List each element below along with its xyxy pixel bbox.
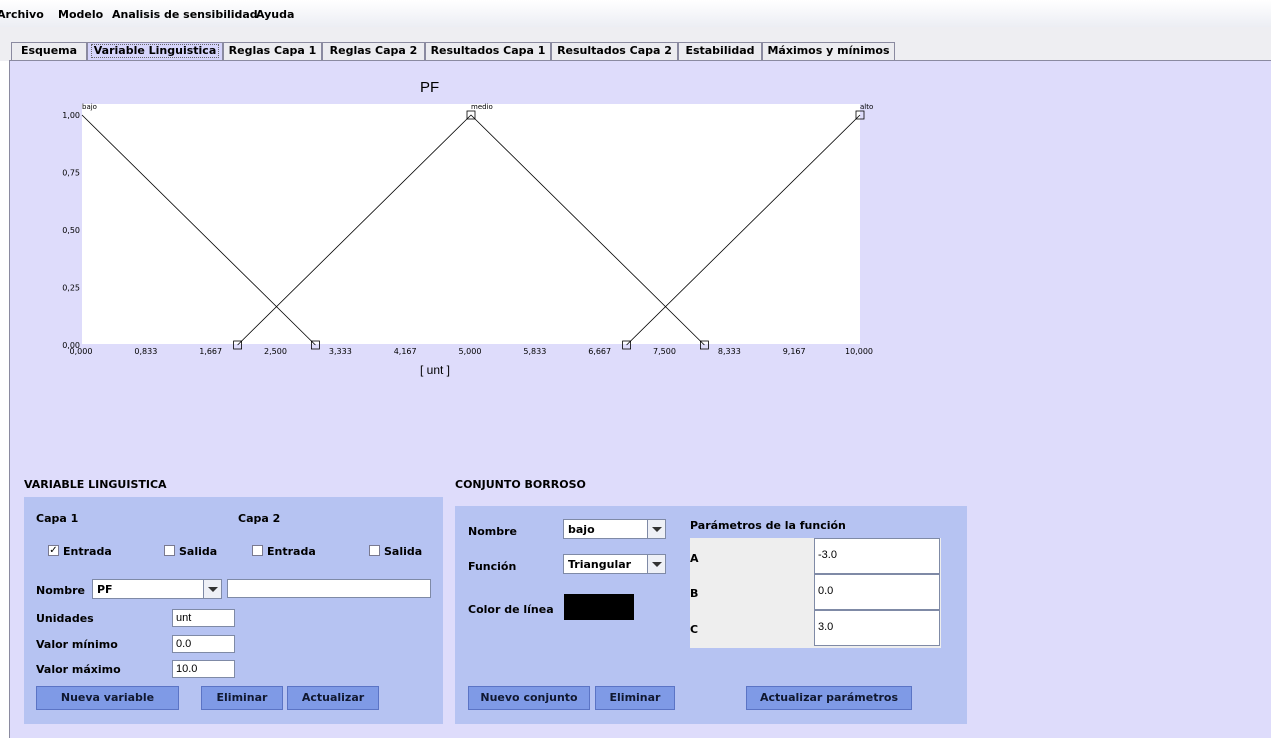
series-label: bajo [82,103,97,111]
y-tick-label: 0,75 [62,169,80,178]
x-tick-label: 1,667 [199,347,222,356]
capa1-salida-label: Salida [179,545,218,558]
plot-area [82,104,860,344]
chevron-down-icon[interactable] [647,520,665,538]
nuevo-conjunto-button[interactable]: Nuevo conjunto [468,686,590,710]
funcion-select[interactable]: Triangular [563,554,666,574]
conjunto-nombre-label: Nombre [468,525,517,538]
funcion-label: Función [468,560,517,573]
nueva-variable-button[interactable]: Nueva variable [36,686,179,710]
param-b-label: B [690,587,699,600]
param-c-input[interactable]: 3.0 [814,610,940,646]
capa2-label: Capa 2 [238,512,281,525]
color-linea-label: Color de línea [468,603,554,616]
unidades-input[interactable]: unt [172,609,235,627]
x-tick-label: 2,500 [264,347,287,356]
chevron-down-icon[interactable] [203,580,221,598]
series-label: medio [471,103,493,111]
x-tick-label: 9,167 [783,347,806,356]
capa2-entrada-label: Entrada [267,545,316,558]
variable-nombre-text[interactable] [227,579,431,598]
x-tick-label: 4,167 [394,347,417,356]
x-axis-label: [ unt ] [420,363,451,377]
x-tick-label: 8,333 [718,347,741,356]
capa1-label: Capa 1 [36,512,79,525]
x-tick-label: 5,000 [459,347,482,356]
capa2-salida-label: Salida [384,545,423,558]
capa1-salida-checkbox[interactable] [164,545,175,556]
chevron-down-icon[interactable] [647,555,665,573]
series-label: alto [860,103,873,111]
param-b-input[interactable]: 0.0 [814,574,940,610]
valor-minimo-input[interactable]: 0.0 [172,635,235,653]
capa1-entrada-label: Entrada [63,545,112,558]
y-tick-label: 0,50 [62,226,80,235]
nombre-label: Nombre [36,584,85,597]
conjunto-nombre-select[interactable]: bajo [563,519,666,539]
capa2-salida-checkbox[interactable] [369,545,380,556]
x-tick-label: 10,000 [845,347,873,356]
capa2-entrada-checkbox[interactable] [252,545,263,556]
variable-nombre-select[interactable]: PF [92,579,222,599]
valor-maximo-label: Valor máximo [36,663,121,676]
param-c-label: C [690,623,699,636]
eliminar-variable-button[interactable]: Eliminar [201,686,283,710]
unidades-label: Unidades [36,612,94,625]
variable-section-title: VARIABLE LINGUISTICA [24,478,167,491]
eliminar-conjunto-button[interactable]: Eliminar [595,686,675,710]
x-tick-label: 3,333 [329,347,352,356]
y-tick-label: 0,25 [62,284,80,293]
actualizar-variable-button[interactable]: Actualizar [287,686,379,710]
membership-chart[interactable]: bajo medio alto 0,000,250,500,751,000,000 0… [0,0,1271,400]
conjunto-section-title: CONJUNTO BORROSO [455,478,586,491]
capa1-entrada-checkbox[interactable]: ✓ [48,545,59,556]
param-a-label: A [690,552,699,565]
actualizar-parametros-button[interactable]: Actualizar parámetros [746,686,912,710]
color-linea-swatch[interactable] [564,594,634,620]
x-tick-label: 0,000 [70,347,93,356]
x-tick-label: 7,500 [653,347,676,356]
variable-nombre-value: PF [97,583,113,596]
valor-minimo-label: Valor mínimo [36,638,118,651]
y-tick-label: 1,00 [62,111,80,120]
valor-maximo-input[interactable]: 10.0 [172,660,235,678]
x-tick-label: 0,833 [134,347,157,356]
x-tick-label: 6,667 [588,347,611,356]
x-tick-label: 5,833 [523,347,546,356]
conjunto-nombre-value: bajo [568,523,595,536]
parametros-title: Parámetros de la función [690,519,846,532]
param-a-input[interactable]: -3.0 [814,538,940,574]
funcion-value: Triangular [568,558,632,571]
